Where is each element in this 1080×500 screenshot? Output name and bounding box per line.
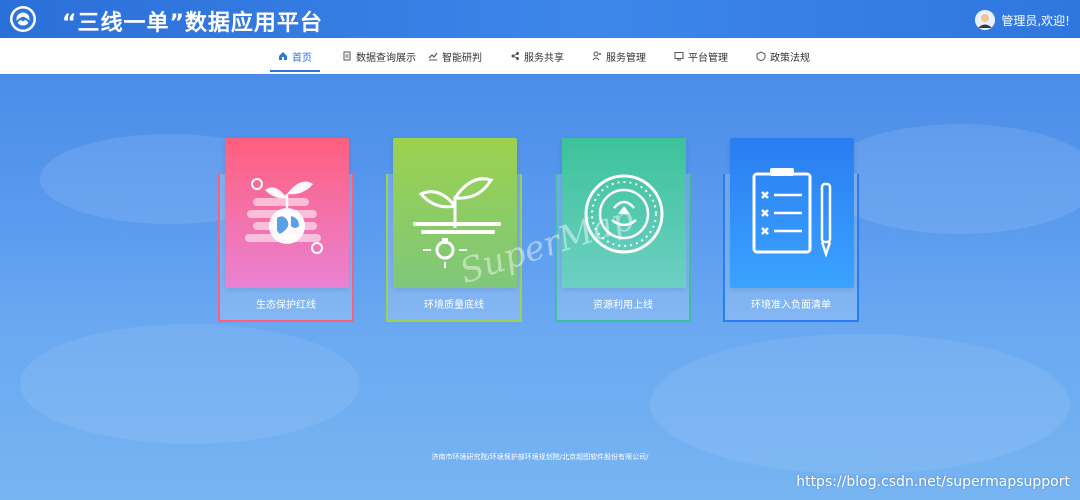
policy-icon (756, 51, 766, 62)
share-icon (510, 51, 520, 61)
nav-service-manage-label: 服务管理 (606, 52, 646, 64)
card-label-negative-list: 环境准入负面清单 (751, 300, 831, 311)
document-icon (342, 51, 352, 61)
nav-service-share-label: 服务共享 (524, 52, 564, 64)
user-greeting: 管理员,欢迎! (1001, 13, 1070, 28)
manage-icon (592, 51, 602, 61)
cloud-decoration (20, 324, 360, 444)
cloud-decoration (820, 124, 1080, 234)
nav-home[interactable]: 首页 (270, 38, 320, 74)
card-ecological-redline[interactable] (225, 138, 349, 288)
footer-credits: 济南市环境研究院/环境保护部环境规划院/北京超图软件股份有限公司/ (431, 453, 649, 461)
nav-data-query[interactable]: 数据查询展示 (342, 38, 416, 74)
nav-service-share[interactable]: 服务共享 (510, 38, 564, 74)
card-label-ecological: 生态保护红线 (256, 300, 316, 311)
nav-home-label: 首页 (292, 52, 312, 64)
main-nav: 首页 数据查询展示 智能研判 服务共享 服务管理 平台管理 政策法规 (0, 38, 1080, 75)
analysis-icon (428, 51, 438, 61)
card-label-environment-quality: 环境质量底线 (424, 300, 484, 311)
app-title: “三线一单”数据应用平台 (62, 11, 323, 36)
user-menu[interactable]: 管理员,欢迎! (975, 9, 1070, 31)
home-icon (278, 51, 288, 61)
nav-smart-analysis[interactable]: 智能研判 (428, 38, 482, 74)
card-label-resource: 资源利用上线 (593, 300, 653, 311)
earth-plant-icon (225, 138, 349, 288)
nav-service-manage[interactable]: 服务管理 (592, 38, 646, 74)
nav-platform-manage[interactable]: 平台管理 (674, 38, 728, 74)
checklist-icon (730, 138, 854, 288)
avatar[interactable] (975, 10, 996, 30)
card-negative-list[interactable] (730, 138, 854, 288)
nav-policy[interactable]: 政策法规 (756, 38, 810, 74)
platform-icon (674, 51, 684, 61)
nav-policy-label: 政策法规 (770, 52, 810, 64)
nav-platform-manage-label: 平台管理 (688, 52, 728, 64)
emblem-logo (8, 4, 38, 34)
source-url: https://blog.csdn.net/supermapsupport (796, 474, 1070, 490)
top-header: “三线一单”数据应用平台 管理员,欢迎! (0, 0, 1080, 38)
nav-smart-analysis-label: 智能研判 (442, 52, 482, 64)
nav-data-query-label: 数据查询展示 (356, 52, 416, 64)
main-area: 生态保护红线 环境质量底线 资源利用上线 环境准入负面清单 SuperMap 济… (0, 74, 1080, 500)
